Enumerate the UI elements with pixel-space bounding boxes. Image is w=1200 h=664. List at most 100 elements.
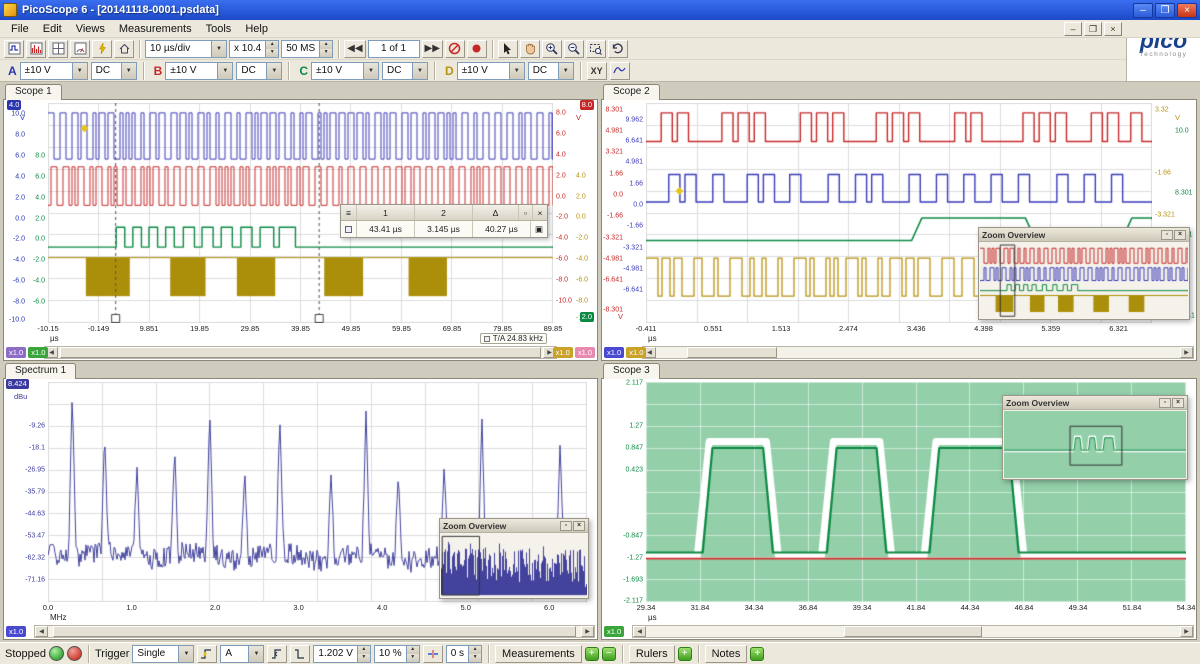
marquee-zoom-icon[interactable] bbox=[586, 40, 606, 58]
scroll-right-icon[interactable]: ▶ bbox=[1180, 347, 1193, 358]
trigger-delay-stepper[interactable]: 0 s▲▼ bbox=[446, 645, 482, 663]
probe-icon[interactable] bbox=[610, 62, 630, 80]
tab-scope2[interactable]: Scope 2 bbox=[603, 84, 660, 100]
ruler-close-button[interactable]: × bbox=[533, 205, 547, 220]
axis-scale-chip[interactable]: x1.0 bbox=[626, 347, 646, 358]
meter-view-icon[interactable] bbox=[70, 40, 90, 58]
channel-a-coupling-select[interactable]: DC▼ bbox=[91, 62, 137, 80]
grid-view-icon[interactable] bbox=[48, 40, 68, 58]
overview-restore-button[interactable]: ▫ bbox=[560, 521, 572, 531]
scope2-hscrollbar[interactable]: ◀ ▶ bbox=[642, 346, 1194, 359]
channel-b-range-select[interactable]: ±10 V▼ bbox=[165, 62, 233, 80]
scope3-overview-canvas[interactable] bbox=[1004, 411, 1186, 478]
next-buffer-button[interactable]: ▶▶ bbox=[422, 40, 443, 58]
axis-scale-chip[interactable]: x1.0 bbox=[604, 347, 624, 358]
scroll-track[interactable] bbox=[58, 347, 543, 358]
scope2-zoom-overview-window[interactable]: Zoom Overview ▫× bbox=[978, 227, 1190, 320]
scroll-right-icon[interactable]: ▶ bbox=[1180, 626, 1193, 637]
drag-handle-icon[interactable]: ≡ bbox=[341, 205, 357, 220]
previous-buffer-button[interactable]: ◀◀ bbox=[344, 40, 365, 58]
falling-edge-icon[interactable] bbox=[290, 645, 310, 663]
trigger-level-stepper[interactable]: 1.202 V▲▼ bbox=[313, 645, 370, 663]
ruler-minimize-button[interactable]: ▫ bbox=[519, 205, 533, 220]
scroll-thumb[interactable] bbox=[53, 626, 575, 637]
scroll-left-icon[interactable]: ◀ bbox=[35, 626, 48, 637]
up-arrow-icon[interactable]: ▲ bbox=[266, 41, 278, 49]
down-arrow-icon[interactable]: ▼ bbox=[320, 49, 332, 57]
overview-close-button[interactable]: × bbox=[1174, 230, 1186, 240]
start-capture-button[interactable] bbox=[49, 646, 64, 661]
down-arrow-icon[interactable]: ▼ bbox=[358, 654, 370, 662]
overview-close-button[interactable]: × bbox=[573, 521, 585, 531]
down-arrow-icon[interactable]: ▼ bbox=[266, 49, 278, 57]
axis-scale-chip[interactable]: x1.0 bbox=[553, 347, 573, 358]
trigger-edge-icon[interactable] bbox=[197, 645, 217, 663]
channel-c-coupling-select[interactable]: DC▼ bbox=[382, 62, 428, 80]
scope3-zoom-overview-window[interactable]: Zoom Overview ▫× bbox=[1002, 395, 1188, 480]
scroll-track[interactable] bbox=[656, 347, 1180, 358]
scope1-hscrollbar[interactable]: ◀ ▶ bbox=[44, 346, 557, 359]
zoom-factor-stepper[interactable]: x 10.4▲▼ bbox=[229, 40, 279, 58]
zoom-out-icon[interactable] bbox=[564, 40, 584, 58]
remove-measurement-icon[interactable]: − bbox=[602, 647, 616, 661]
stop-after-icon[interactable] bbox=[445, 40, 465, 58]
ruler-legend-window[interactable]: ≡ 1 2 Δ ▫ × 43.41 µs 3.145 µs 40.27 µs ▣ bbox=[340, 204, 548, 238]
scroll-thumb[interactable] bbox=[687, 347, 776, 358]
add-measurement-icon[interactable]: + bbox=[585, 647, 599, 661]
measurements-button[interactable]: Measurements bbox=[495, 645, 582, 663]
up-arrow-icon[interactable]: ▲ bbox=[358, 646, 370, 654]
scroll-right-icon[interactable]: ▶ bbox=[581, 626, 594, 637]
zoom-in-icon[interactable] bbox=[542, 40, 562, 58]
axis-scale-chip[interactable]: x1.0 bbox=[28, 347, 48, 358]
menu-tools[interactable]: Tools bbox=[199, 22, 239, 36]
hand-tool-icon[interactable] bbox=[520, 40, 540, 58]
menu-help[interactable]: Help bbox=[238, 22, 275, 36]
channel-c-range-select[interactable]: ±10 V▼ bbox=[311, 62, 379, 80]
scroll-thumb[interactable] bbox=[60, 347, 540, 358]
samples-stepper[interactable]: 50 MS▲▼ bbox=[281, 40, 333, 58]
notes-button[interactable]: Notes bbox=[705, 645, 748, 663]
channel-setup-icon[interactable] bbox=[4, 40, 24, 58]
scroll-thumb[interactable] bbox=[844, 626, 983, 637]
menu-views[interactable]: Views bbox=[69, 22, 112, 36]
spectrum1-hscrollbar[interactable]: ◀ ▶ bbox=[34, 625, 595, 638]
document-close-button[interactable]: × bbox=[1104, 22, 1122, 36]
down-arrow-icon[interactable]: ▼ bbox=[407, 654, 419, 662]
tab-scope3[interactable]: Scope 3 bbox=[603, 363, 660, 379]
stop-capture-button[interactable] bbox=[67, 646, 82, 661]
home-icon[interactable] bbox=[114, 40, 134, 58]
trigger-source-select[interactable]: A▼ bbox=[220, 645, 264, 663]
spectrum1-zoom-overview-window[interactable]: Zoom Overview ▫× bbox=[439, 518, 589, 599]
up-arrow-icon[interactable]: ▲ bbox=[407, 646, 419, 654]
auto-setup-icon[interactable] bbox=[92, 40, 112, 58]
axis-scale-chip[interactable]: x1.0 bbox=[6, 347, 26, 358]
spectrum1-overview-canvas[interactable] bbox=[441, 534, 587, 597]
rulers-button[interactable]: Rulers bbox=[629, 645, 675, 663]
channel-a-range-select[interactable]: ±10 V▼ bbox=[20, 62, 88, 80]
lock-icon[interactable]: ▣ bbox=[531, 221, 547, 237]
menu-file[interactable]: File bbox=[4, 22, 36, 36]
add-note-icon[interactable]: + bbox=[750, 647, 764, 661]
spectrum-view-icon[interactable] bbox=[26, 40, 46, 58]
tab-scope1[interactable]: Scope 1 bbox=[5, 84, 62, 100]
up-arrow-icon[interactable]: ▲ bbox=[320, 41, 332, 49]
close-button[interactable]: × bbox=[1177, 3, 1197, 18]
record-icon[interactable] bbox=[467, 40, 487, 58]
menu-measurements[interactable]: Measurements bbox=[112, 22, 199, 36]
rising-edge-icon[interactable] bbox=[267, 645, 287, 663]
down-arrow-icon[interactable]: ▼ bbox=[469, 654, 481, 662]
document-minimize-button[interactable]: – bbox=[1064, 22, 1082, 36]
axis-scale-chip[interactable]: x1.0 bbox=[604, 626, 624, 637]
overview-restore-button[interactable]: ▫ bbox=[1161, 230, 1173, 240]
channel-d-coupling-select[interactable]: DC▼ bbox=[528, 62, 574, 80]
maximize-button[interactable]: ❐ bbox=[1155, 3, 1175, 18]
scroll-track[interactable] bbox=[48, 626, 581, 637]
scroll-track[interactable] bbox=[646, 626, 1180, 637]
xy-mode-button[interactable]: XY bbox=[587, 62, 607, 80]
minimize-button[interactable]: – bbox=[1133, 3, 1153, 18]
up-arrow-icon[interactable]: ▲ bbox=[469, 646, 481, 654]
overview-restore-button[interactable]: ▫ bbox=[1159, 398, 1171, 408]
pretrigger-stepper[interactable]: 10 %▲▼ bbox=[374, 645, 420, 663]
timebase-select[interactable]: 10 µs/div▼ bbox=[145, 40, 227, 58]
undo-zoom-icon[interactable] bbox=[608, 40, 628, 58]
